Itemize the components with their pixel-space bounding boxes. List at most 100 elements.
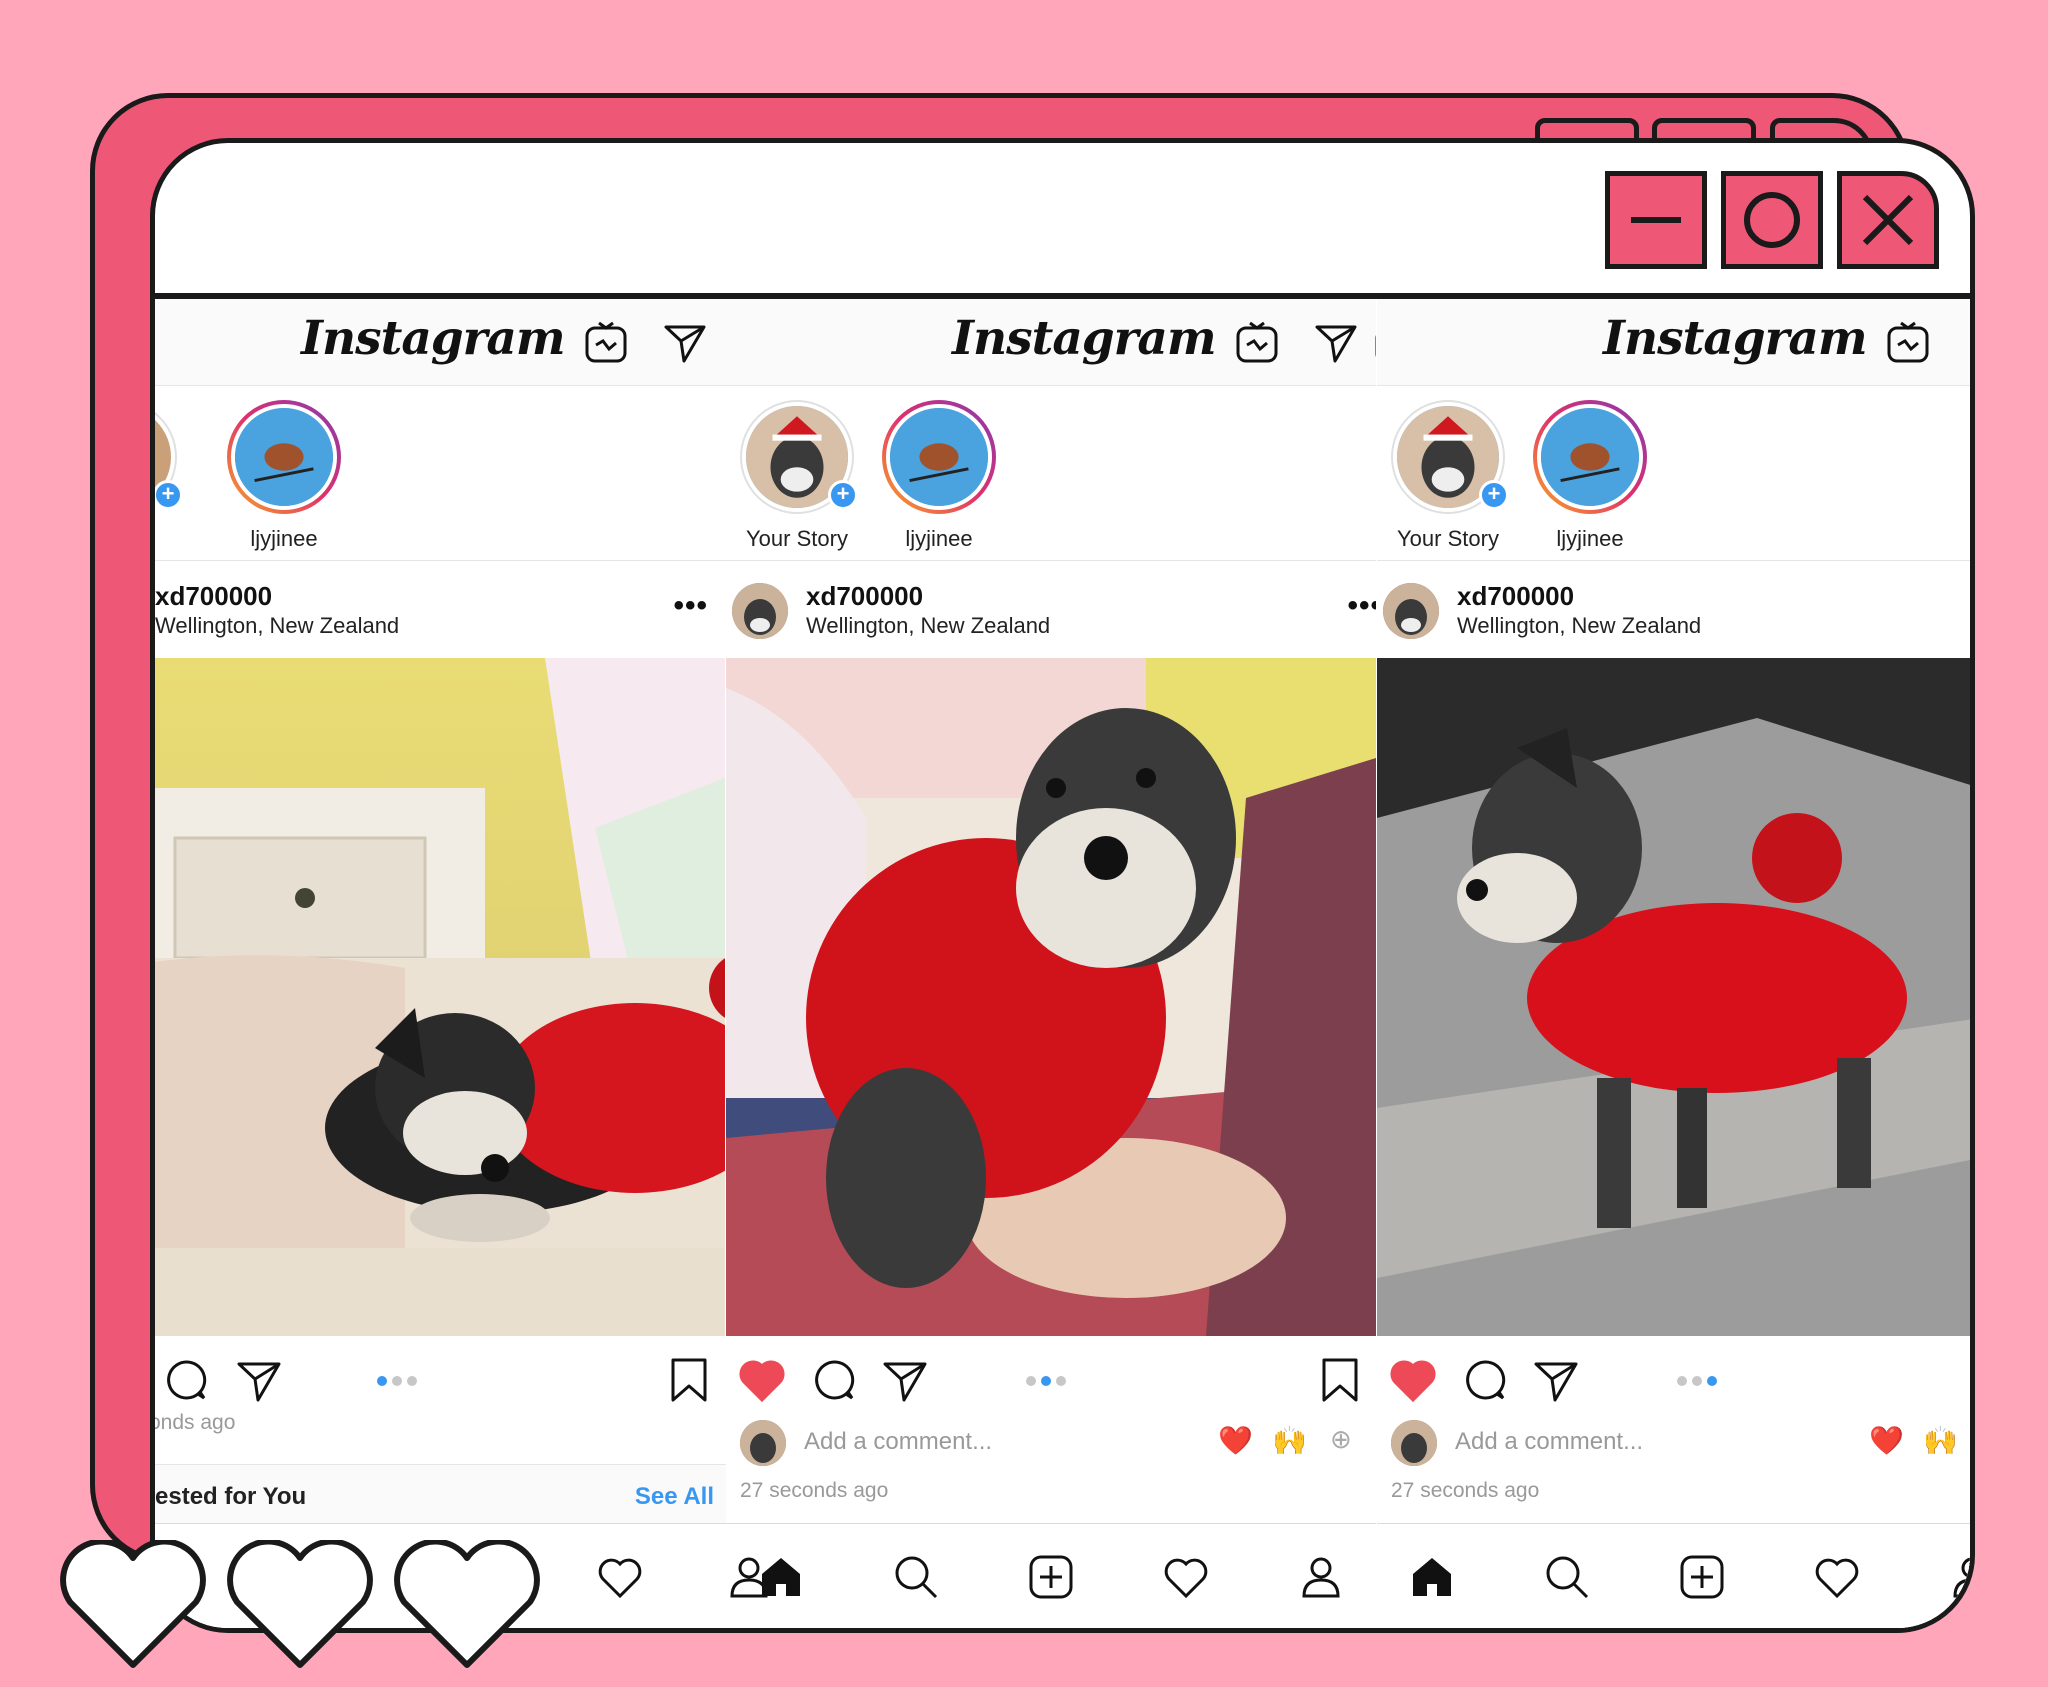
share-icon[interactable]	[1532, 1356, 1580, 1404]
post-actions	[155, 1336, 726, 1426]
carousel-dots	[377, 1376, 417, 1386]
post-location[interactable]: Wellington, New Zealand	[806, 613, 1050, 639]
ig-header: Instagram	[155, 299, 726, 386]
suggested-title: ested for You	[155, 1483, 307, 1510]
post-avatar[interactable]	[1383, 583, 1439, 639]
minimize-button[interactable]	[1605, 171, 1707, 269]
profile-icon[interactable]	[1947, 1552, 1975, 1602]
carousel-dot	[1677, 1376, 1687, 1386]
raised-hands-emoji-button[interactable]: 🙌	[1272, 1424, 1307, 1457]
share-icon[interactable]	[235, 1356, 283, 1404]
post-location[interactable]: Wellington, New Zealand	[1457, 613, 1701, 639]
carousel-dot	[1707, 1376, 1717, 1386]
heart-emoji-button[interactable]: ❤️	[1869, 1424, 1904, 1457]
post-photo[interactable]	[1377, 658, 1970, 1336]
story-label: Your Story	[1397, 526, 1499, 551]
instagram-logo[interactable]: Instagram	[952, 311, 1217, 366]
add-story-icon: +	[828, 480, 858, 510]
post-username[interactable]: xd700000	[806, 581, 923, 612]
add-emoji-icon[interactable]: ⊕	[1330, 1424, 1352, 1455]
post-location[interactable]: Wellington, New Zealand	[155, 613, 399, 639]
story-avatar	[886, 404, 992, 510]
post-username[interactable]: xd700000	[1457, 581, 1574, 612]
add-comment-row: Add a comment... ❤️ 🙌	[1377, 1414, 1970, 1474]
add-comment-row: Add a comment... ❤️ 🙌 ⊕	[726, 1414, 1376, 1474]
post-header: xd700000 Wellington, New Zealand •••	[155, 561, 726, 658]
maximize-button[interactable]	[1721, 171, 1823, 269]
story-own[interactable]: + Your Story	[726, 400, 872, 552]
story-ljyjinee[interactable]: ljyjinee	[1515, 400, 1665, 552]
post-actions	[1377, 1336, 1970, 1426]
heart-outline-icon[interactable]	[1161, 1552, 1211, 1602]
heart-filled-icon[interactable]	[738, 1356, 786, 1404]
story-ljyjinee[interactable]: ljyjinee	[864, 400, 1014, 552]
close-icon	[1862, 194, 1914, 246]
suggested-for-you: ested for You See All	[155, 1464, 726, 1524]
comment-icon[interactable]	[162, 1356, 210, 1404]
carousel-dot	[1041, 1376, 1051, 1386]
igtv-icon[interactable]	[1234, 319, 1280, 365]
igtv-icon[interactable]	[583, 319, 629, 365]
bookmark-icon[interactable]	[1316, 1356, 1364, 1404]
igtv-icon[interactable]	[1885, 319, 1931, 365]
heart-filled-icon[interactable]	[1389, 1356, 1437, 1404]
see-all-link[interactable]: See All	[635, 1483, 714, 1511]
post-avatar[interactable]	[732, 583, 788, 639]
post-username[interactable]: xd700000	[155, 581, 272, 612]
raised-hands-emoji-button[interactable]: 🙌	[1923, 1424, 1958, 1457]
minimize-icon	[1631, 217, 1681, 223]
more-options-icon[interactable]: •••	[1347, 589, 1376, 623]
story-label: ljyjinee	[905, 526, 973, 551]
add-story-icon: +	[155, 480, 183, 510]
add-post-icon[interactable]	[1026, 1552, 1076, 1602]
comment-avatar	[1391, 1420, 1437, 1466]
comment-icon[interactable]	[1461, 1356, 1509, 1404]
comment-avatar	[740, 1420, 786, 1466]
post-time: 27 seconds ago	[1391, 1479, 1540, 1502]
direct-send-icon[interactable]	[1313, 319, 1359, 365]
more-options-icon[interactable]: •••	[673, 589, 708, 623]
story-avatar	[231, 404, 337, 510]
add-comment-input[interactable]: Add a comment...	[1455, 1428, 1643, 1456]
story-own[interactable]: + Your Story	[1377, 400, 1523, 552]
post-time: 27 seconds ago	[740, 1479, 889, 1502]
carousel-dot	[377, 1376, 387, 1386]
heart-decoration-icon	[60, 1540, 206, 1668]
carousel-dot	[407, 1376, 417, 1386]
search-icon[interactable]	[1542, 1552, 1592, 1602]
bookmark-icon[interactable]	[665, 1356, 713, 1404]
home-icon[interactable]	[756, 1552, 806, 1602]
carousel-dot	[392, 1376, 402, 1386]
post-time: onds ago	[155, 1411, 236, 1434]
instagram-logo[interactable]: Instagram	[301, 311, 566, 366]
comment-icon[interactable]	[810, 1356, 858, 1404]
direct-send-icon[interactable]	[662, 319, 708, 365]
instagram-logo[interactable]: Instagram	[1603, 311, 1868, 366]
screenshots-strip: Instagram + ory ljyjinee xd700000	[155, 299, 1975, 1628]
camera-icon[interactable]	[1374, 319, 1376, 365]
share-icon[interactable]	[881, 1356, 929, 1404]
stories-tray: + ory ljyjinee	[155, 386, 726, 561]
profile-icon[interactable]	[1296, 1552, 1346, 1602]
heart-emoji-button[interactable]: ❤️	[1218, 1424, 1253, 1457]
post-header: xd700000 Wellington, New Zealand •••	[726, 561, 1376, 658]
ig-header: Instagram	[726, 299, 1376, 386]
home-icon[interactable]	[1407, 1552, 1457, 1602]
phone-screen-3: Instagram + Your Story ljyjinee xd700000…	[1377, 299, 1975, 1628]
phone-screen-2: Instagram + Your Story ljyjinee xd700000…	[726, 299, 1376, 1628]
stories-tray: + Your Story ljyjinee	[1377, 386, 1970, 561]
maximize-icon	[1744, 192, 1800, 248]
bottom-nav	[726, 1523, 1376, 1628]
heart-outline-icon[interactable]	[595, 1552, 645, 1602]
story-label: ljyjinee	[250, 526, 318, 551]
add-comment-input[interactable]: Add a comment...	[804, 1428, 992, 1456]
search-icon[interactable]	[891, 1552, 941, 1602]
heart-outline-icon[interactable]	[1812, 1552, 1862, 1602]
story-ljyjinee[interactable]: ljyjinee	[209, 400, 359, 552]
story-own[interactable]: + ory	[155, 400, 195, 552]
story-label: Your Story	[746, 526, 848, 551]
add-post-icon[interactable]	[1677, 1552, 1727, 1602]
post-photo[interactable]	[155, 658, 726, 1336]
post-photo[interactable]	[726, 658, 1376, 1336]
close-button[interactable]	[1837, 171, 1939, 269]
